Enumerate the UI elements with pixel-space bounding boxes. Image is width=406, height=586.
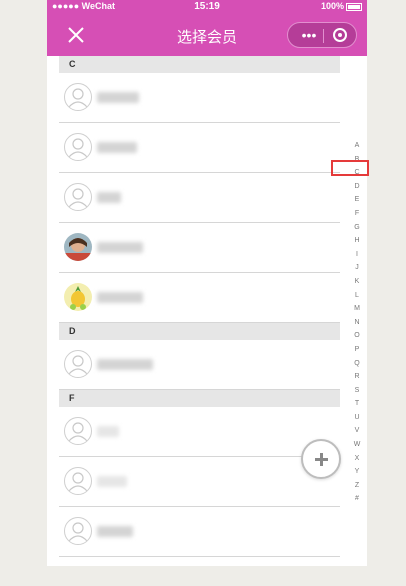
avatar-photo: [64, 233, 92, 261]
member-row[interactable]: [59, 173, 340, 223]
index-letter-k[interactable]: K: [352, 275, 362, 289]
member-name-redacted: [97, 526, 133, 537]
user-icon: [68, 472, 88, 492]
index-letter-s[interactable]: S: [352, 384, 362, 398]
status-bar: ●●●●● WeChat 15:19 100%: [47, 0, 367, 14]
member-list: C D F: [59, 56, 340, 557]
avatar: [64, 133, 92, 161]
member-name-redacted: [97, 292, 143, 303]
user-icon: [68, 355, 88, 375]
avatar: [64, 83, 92, 111]
index-letter-y[interactable]: Y: [352, 465, 362, 479]
avatar-photo: [64, 283, 92, 311]
member-row[interactable]: [59, 340, 340, 390]
member-row[interactable]: [59, 407, 340, 457]
index-letter-t[interactable]: T: [352, 397, 362, 411]
user-icon: [68, 138, 88, 158]
member-row[interactable]: [59, 273, 340, 323]
avatar: [64, 467, 92, 495]
user-icon: [68, 422, 88, 442]
highlight-box: [331, 160, 369, 176]
user-icon: [68, 88, 88, 108]
index-letter-h[interactable]: H: [352, 234, 362, 248]
menu-capsule: •••: [287, 22, 357, 48]
section-header-d: D: [59, 323, 340, 340]
index-letter-n[interactable]: N: [352, 316, 362, 330]
index-letter-d[interactable]: D: [352, 180, 362, 194]
member-row[interactable]: [59, 457, 340, 507]
index-letter-x[interactable]: X: [352, 452, 362, 466]
member-row[interactable]: [59, 223, 340, 273]
battery-indicator: 100%: [321, 1, 362, 11]
alphabet-index-bar: A B C D E F G H I J K L M N O P Q R S T U V W X Y Z #: [352, 139, 362, 506]
member-name-redacted: [97, 476, 127, 487]
member-row[interactable]: [59, 73, 340, 123]
target-icon[interactable]: [333, 28, 347, 42]
member-name-redacted: [97, 142, 137, 153]
avatar: [64, 417, 92, 445]
index-letter-v[interactable]: V: [352, 424, 362, 438]
battery-percent: 100%: [320, 1, 344, 11]
phone-screen: ●●●●● WeChat 15:19 100% 选择会员 ••• C D F: [47, 0, 367, 566]
index-letter-q[interactable]: Q: [352, 357, 362, 371]
nav-bar: 选择会员 •••: [47, 14, 367, 56]
battery-icon: [346, 2, 362, 11]
section-header-c: C: [59, 56, 340, 73]
user-icon: [68, 188, 88, 208]
user-icon: [68, 522, 88, 542]
index-letter-e[interactable]: E: [352, 193, 362, 207]
member-name-redacted: [97, 359, 153, 370]
index-letter-p[interactable]: P: [352, 343, 362, 357]
more-icon[interactable]: •••: [296, 27, 322, 43]
member-row[interactable]: [59, 507, 340, 557]
index-letter-w[interactable]: W: [352, 438, 362, 452]
index-letter-l[interactable]: L: [352, 289, 362, 303]
capsule-divider: [323, 29, 324, 43]
avatar: [64, 183, 92, 211]
avatar: [64, 350, 92, 378]
member-name-redacted: [97, 92, 139, 103]
member-name-redacted: [97, 192, 121, 203]
index-letter-z[interactable]: Z: [352, 479, 362, 493]
status-time: 15:19: [194, 1, 220, 12]
plus-icon-vertical: [320, 453, 323, 466]
person-photo-icon: [64, 233, 92, 261]
pineapple-photo-icon: [64, 283, 92, 311]
member-row[interactable]: [59, 123, 340, 173]
index-letter-r[interactable]: R: [352, 370, 362, 384]
member-name-redacted: [97, 426, 119, 437]
index-letter-a[interactable]: A: [352, 139, 362, 153]
section-header-f: F: [59, 390, 340, 407]
index-letter-i[interactable]: I: [352, 248, 362, 262]
index-letter-u[interactable]: U: [352, 411, 362, 425]
member-name-redacted: [97, 242, 143, 253]
index-letter-j[interactable]: J: [352, 261, 362, 275]
index-letter-hash[interactable]: #: [352, 492, 362, 506]
index-letter-f[interactable]: F: [352, 207, 362, 221]
add-member-button[interactable]: [301, 439, 341, 479]
index-letter-m[interactable]: M: [352, 302, 362, 316]
index-letter-g[interactable]: G: [352, 221, 362, 235]
avatar: [64, 517, 92, 545]
index-letter-o[interactable]: O: [352, 329, 362, 343]
